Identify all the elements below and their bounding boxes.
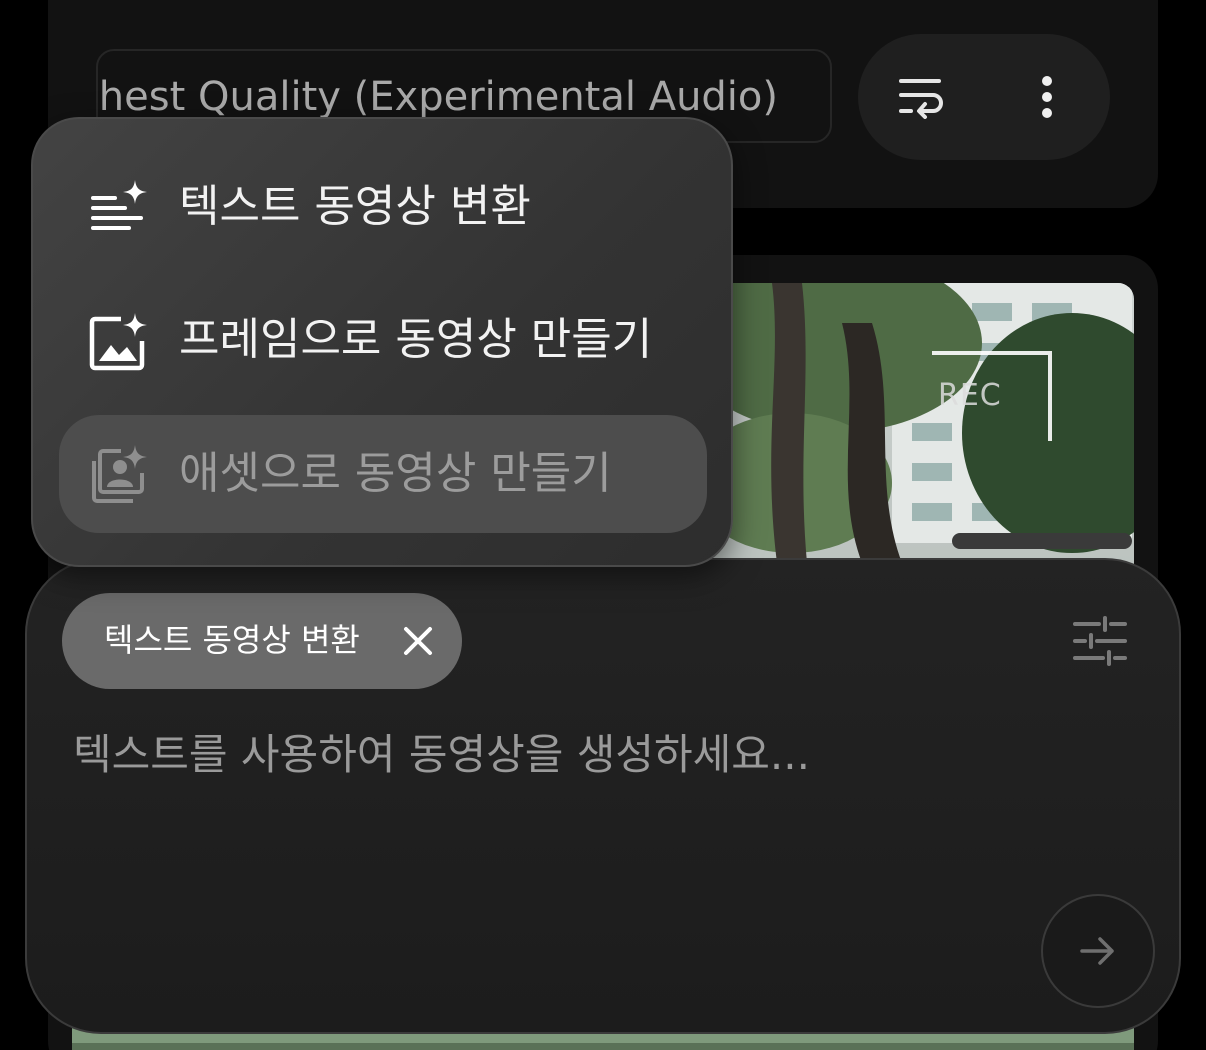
text-sparkle-icon <box>91 180 147 230</box>
image-sparkle-icon <box>89 313 147 371</box>
close-icon[interactable] <box>398 621 438 661</box>
wrap-text-icon <box>899 79 943 119</box>
mode-chip-label: 텍스트 동영상 변환 <box>104 621 360 659</box>
screen: Highest Quality (Experimental Audio) REC… <box>0 0 1206 1050</box>
wrap-text-button[interactable] <box>858 34 984 160</box>
mode-menu: 텍스트 동영상 변환 프레임으로 동영상 만들기 애셋으로 동영상 만들기 <box>31 117 733 567</box>
more-vert-icon <box>1042 76 1052 118</box>
arrow-right-icon <box>1080 937 1114 965</box>
menu-item-label: 텍스트 동영상 변환 <box>179 181 531 232</box>
assets-sparkle-icon <box>92 445 147 503</box>
prompt-input[interactable] <box>73 725 1053 785</box>
send-button[interactable] <box>1041 894 1155 1008</box>
action-pill <box>858 34 1110 160</box>
prompt-composer: 텍스트 동영상 변환 <box>25 558 1181 1034</box>
tune-icon[interactable] <box>1071 616 1129 666</box>
menu-item-label: 애셋으로 동영상 만들기 <box>179 448 612 499</box>
more-options-button[interactable] <box>984 34 1110 160</box>
menu-item-assets-to-video[interactable]: 애셋으로 동영상 만들기 <box>59 415 707 533</box>
menu-item-label: 프레임으로 동영상 만들기 <box>179 314 653 365</box>
menu-item-frames-to-video[interactable]: 프레임으로 동영상 만들기 <box>59 281 707 399</box>
mode-chip[interactable]: 텍스트 동영상 변환 <box>62 593 462 689</box>
rec-overlay-label: REC <box>938 378 1002 413</box>
menu-item-text-to-video[interactable]: 텍스트 동영상 변환 <box>59 148 707 266</box>
